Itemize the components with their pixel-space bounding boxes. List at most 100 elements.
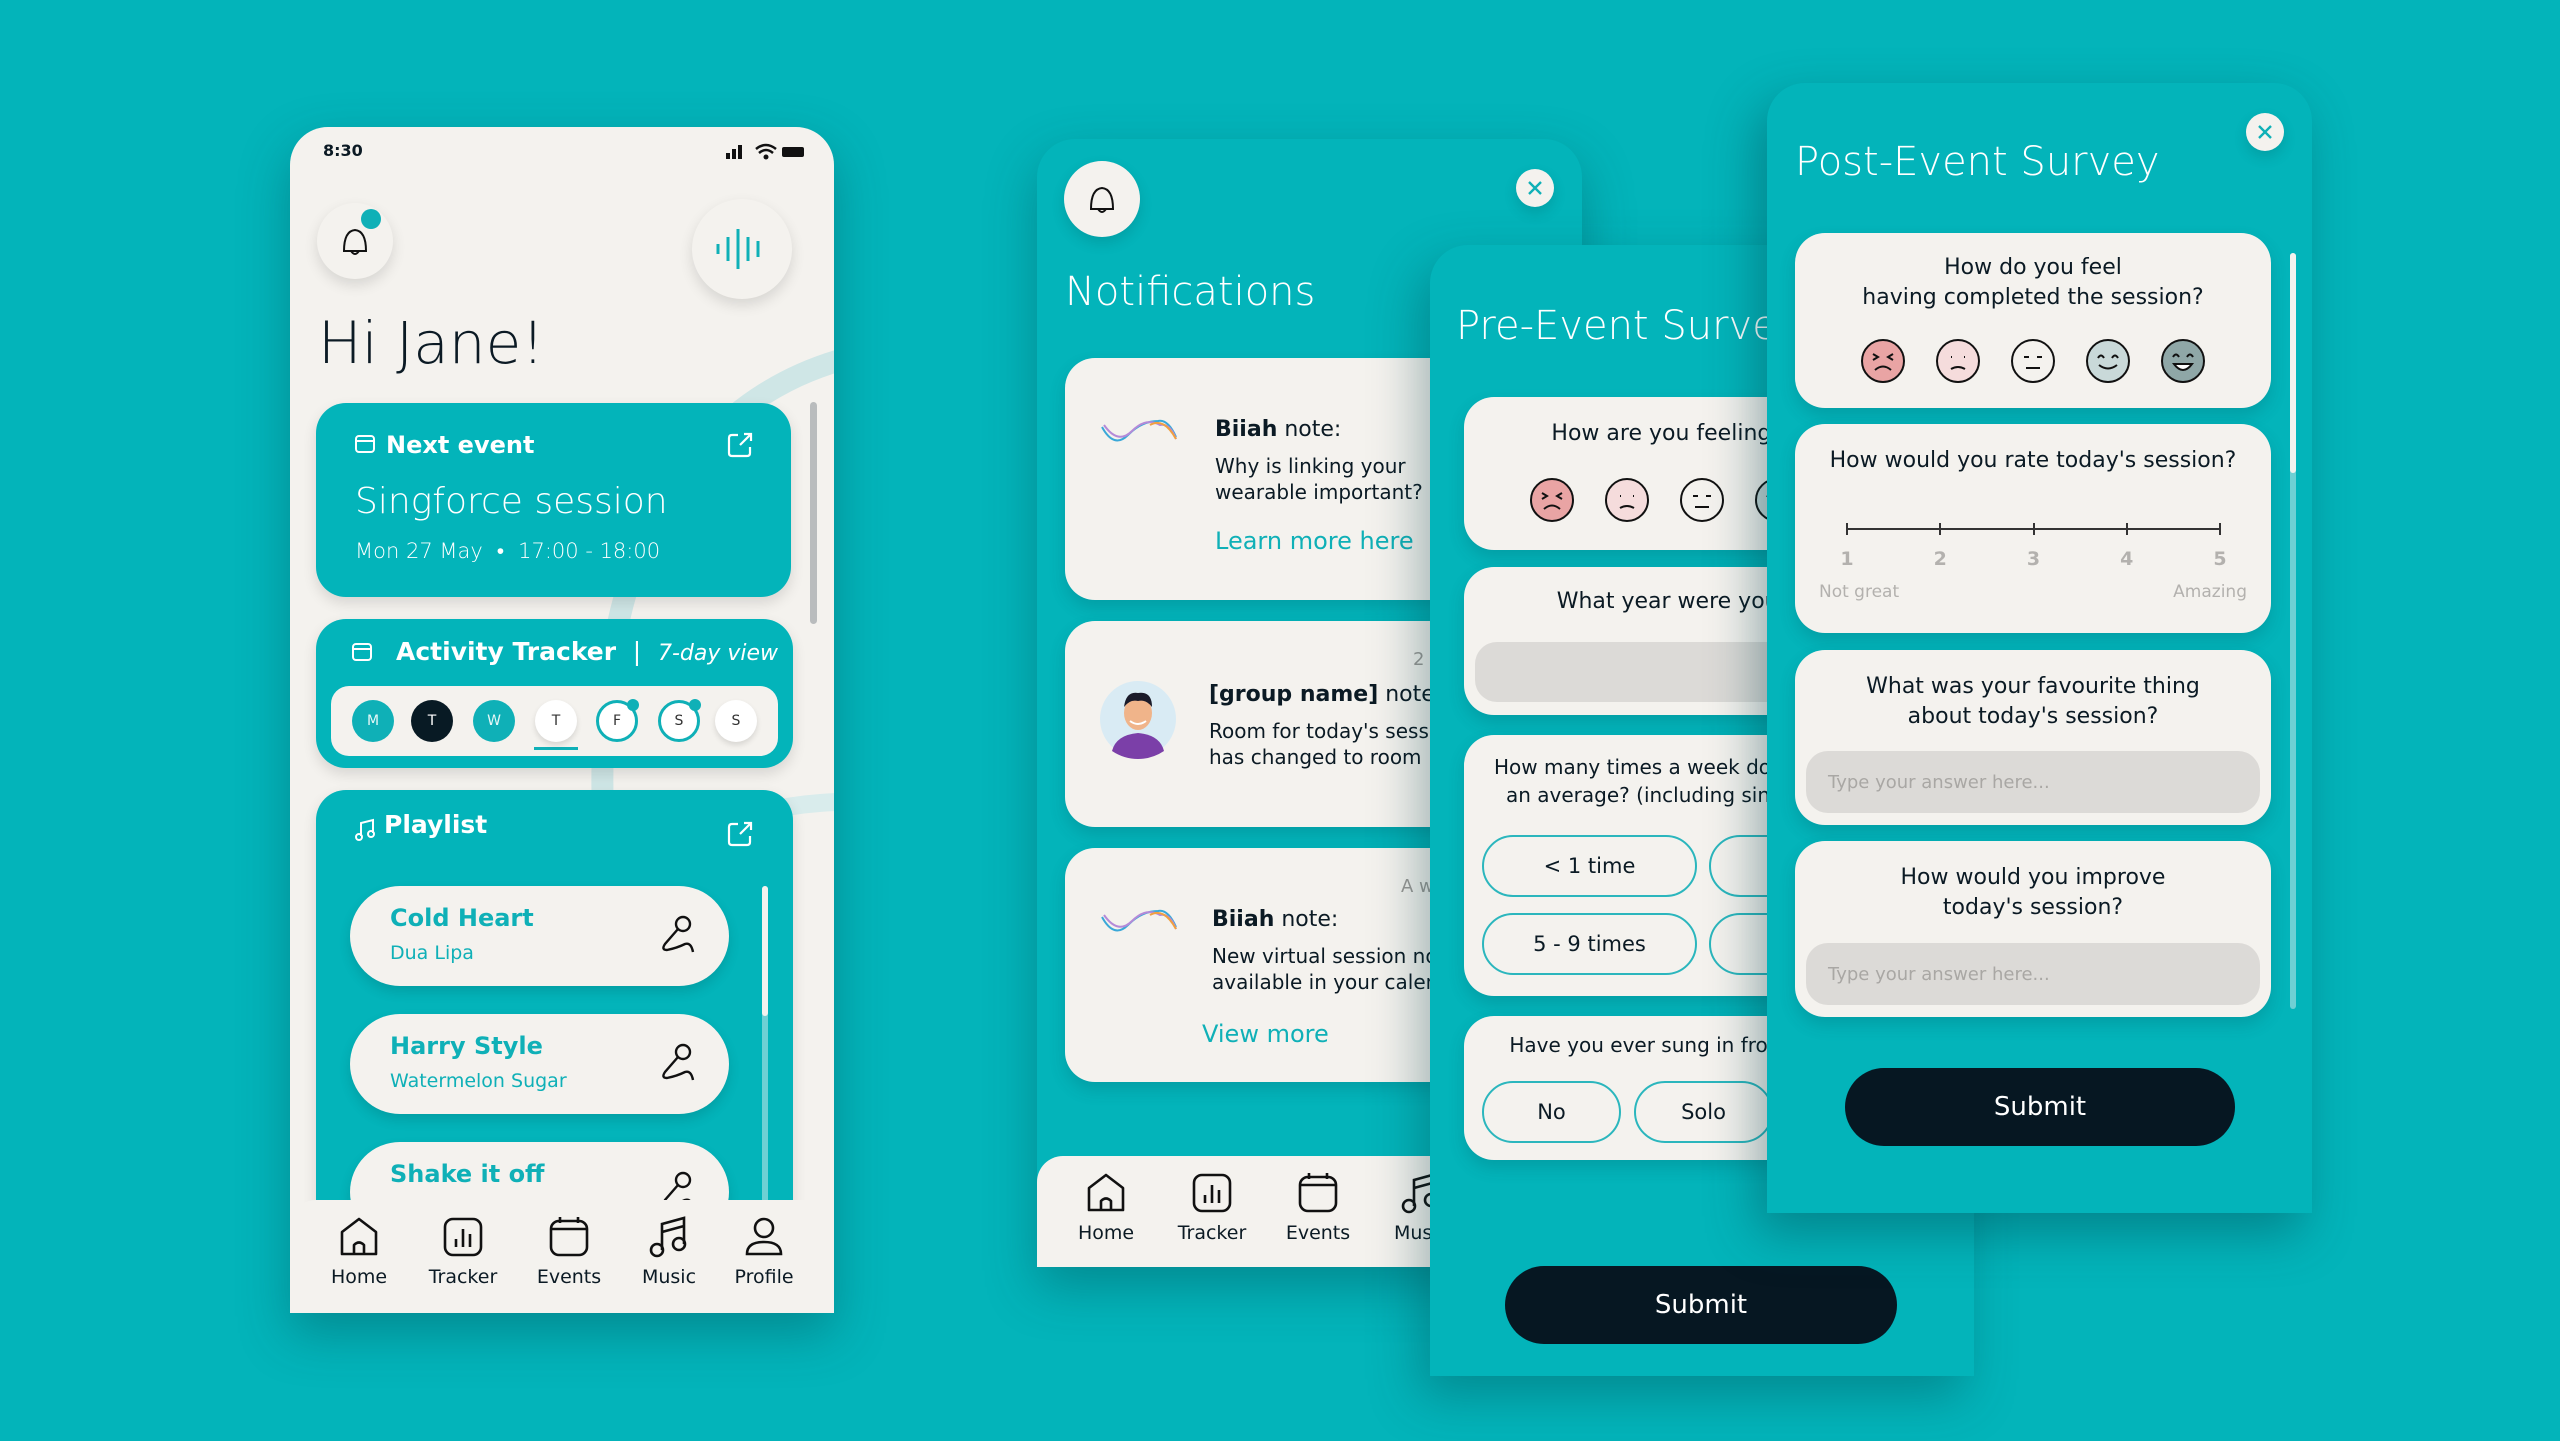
notifications-button[interactable] — [317, 203, 393, 279]
close-button[interactable] — [1516, 169, 1554, 207]
day-0[interactable]: M — [352, 700, 394, 742]
option-no[interactable]: No — [1482, 1081, 1621, 1143]
status-time: 8:30 — [323, 141, 363, 160]
external-link-icon[interactable] — [726, 820, 754, 848]
microphone-icon[interactable] — [657, 1042, 697, 1086]
sad-face-icon[interactable] — [1935, 338, 1981, 384]
bell-button[interactable] — [1064, 161, 1140, 237]
activity-tracker-card[interactable]: Activity Tracker | 7-day view M T W T F S S — [316, 619, 793, 768]
scale-tick — [1939, 523, 1942, 535]
voice-button[interactable] — [692, 199, 792, 299]
day-label: S — [674, 713, 684, 729]
day-label: F — [612, 713, 622, 729]
very-sad-face-icon[interactable] — [1529, 477, 1575, 523]
bell-icon — [1089, 186, 1115, 213]
question-line: How do you feel — [1944, 255, 2122, 280]
home-screen: 8:30 Hi Jane! Next event Singforce sessi… — [290, 127, 834, 1313]
nav-events[interactable]: Events — [1268, 1170, 1368, 1244]
sad-face-icon[interactable] — [1604, 477, 1650, 523]
nav-home[interactable]: Home — [1056, 1170, 1156, 1244]
biiah-logo — [1101, 419, 1177, 442]
playlist-title: Playlist — [384, 810, 488, 839]
day-1[interactable]: T — [411, 700, 453, 742]
submit-button[interactable]: Submit — [1845, 1068, 2235, 1146]
neutral-face-icon[interactable] — [1679, 477, 1725, 523]
day-2[interactable]: W — [473, 700, 515, 742]
event-time: 17:00 - 18:00 — [518, 539, 661, 563]
song-item[interactable]: Cold Heart Dua Lipa — [350, 886, 729, 986]
improve-answer-input[interactable]: Type your answer here... — [1806, 943, 2260, 1005]
day-6[interactable]: S — [715, 700, 757, 742]
scale-value[interactable]: 3 — [2014, 548, 2054, 570]
day-label: T — [551, 713, 561, 729]
day-label: M — [366, 713, 380, 729]
close-button[interactable] — [2246, 113, 2284, 151]
rating-question-card: How would you rate today's session? 1 2 3 4… — [1795, 424, 2271, 633]
question-line: What was your favourite thing — [1866, 674, 2200, 699]
microphone-icon[interactable] — [657, 914, 697, 958]
song-title: Cold Heart — [390, 904, 534, 932]
scale-tick — [2032, 523, 2035, 535]
notification-link[interactable]: View more — [1202, 1021, 1329, 1047]
question: What was your favourite thing about today… — [1795, 672, 2271, 732]
page-scrollbar[interactable] — [810, 402, 817, 624]
body-line: has changed to room 1 — [1209, 745, 1441, 769]
notification-title: Biiah note: — [1215, 417, 1341, 443]
nav-label: Tracker — [428, 1266, 498, 1288]
very-sad-face-icon[interactable] — [1860, 338, 1906, 384]
avatar — [1100, 681, 1176, 759]
tracker-icon — [1192, 1173, 1232, 1213]
nav-music[interactable]: Music — [619, 1214, 719, 1288]
happy-face-icon[interactable] — [2085, 338, 2131, 384]
notification-title: [group name] note: — [1209, 682, 1442, 708]
scrollbar-thumb[interactable] — [762, 886, 768, 1016]
option-less-than-1[interactable]: < 1 time — [1482, 835, 1697, 897]
status-icons — [726, 141, 806, 165]
close-icon — [1528, 181, 1542, 195]
scrollbar-thumb[interactable] — [2290, 253, 2296, 473]
submit-button[interactable]: Submit — [1505, 1266, 1897, 1344]
timestamp: A w — [1401, 876, 1434, 897]
biiah-logo — [1101, 909, 1177, 932]
notification-body: Why is linking your wearable important? — [1215, 453, 1423, 505]
song-item[interactable]: Harry Style Watermelon Sugar — [350, 1014, 729, 1114]
calendar-icon — [355, 435, 375, 453]
activity-dot — [627, 699, 639, 711]
question: How would you rate today's session? — [1829, 448, 2237, 473]
scale-value[interactable]: 1 — [1827, 548, 1867, 570]
very-happy-face-icon[interactable] — [2160, 338, 2206, 384]
nav-home[interactable]: Home — [309, 1214, 409, 1288]
external-link-icon[interactable] — [726, 431, 754, 459]
scale-value[interactable]: 4 — [2107, 548, 2147, 570]
question-line: about today's session? — [1907, 704, 2159, 729]
nav-tracker[interactable]: Tracker — [413, 1214, 513, 1288]
feeling-question-card: How do you feel having completed the sess… — [1795, 233, 2271, 408]
nav-events[interactable]: Events — [519, 1214, 619, 1288]
scale-value[interactable]: 5 — [2200, 548, 2240, 570]
nav-label: Tracker — [1177, 1222, 1247, 1244]
notification-link[interactable]: Learn more here — [1215, 528, 1414, 554]
scale-value[interactable]: 2 — [1920, 548, 1960, 570]
day-label: S — [731, 713, 741, 729]
question-line: today's session? — [1942, 895, 2124, 920]
selected-underline — [534, 747, 578, 750]
survey-scrollbar[interactable] — [2290, 253, 2296, 1009]
post-survey-title: Post-Event Survey — [1795, 139, 2160, 185]
option-solo[interactable]: Solo — [1634, 1081, 1773, 1143]
day-5[interactable]: S — [658, 699, 701, 742]
favourite-answer-input[interactable]: Type your answer here... — [1806, 751, 2260, 813]
next-event-card[interactable]: Next event Singforce session Mon 27 May •… — [316, 403, 791, 597]
week-strip: MTWTFSS — [331, 686, 778, 756]
nav-profile[interactable]: Profile — [714, 1214, 814, 1288]
favourite-question-card: What was your favourite thing about today… — [1795, 650, 2271, 825]
nav-label: Home — [330, 1266, 388, 1288]
tracker-title: Activity Tracker | 7-day view — [396, 637, 778, 666]
neutral-face-icon[interactable] — [2010, 338, 2056, 384]
day-3[interactable]: T — [535, 700, 577, 742]
sender: [group name] — [1209, 682, 1379, 707]
day-4[interactable]: F — [596, 699, 639, 742]
nav-label: Home — [1077, 1222, 1135, 1244]
nav-tracker[interactable]: Tracker — [1162, 1170, 1262, 1244]
notification-title: Biiah note: — [1212, 907, 1338, 933]
option-5-9[interactable]: 5 - 9 times — [1482, 913, 1697, 975]
